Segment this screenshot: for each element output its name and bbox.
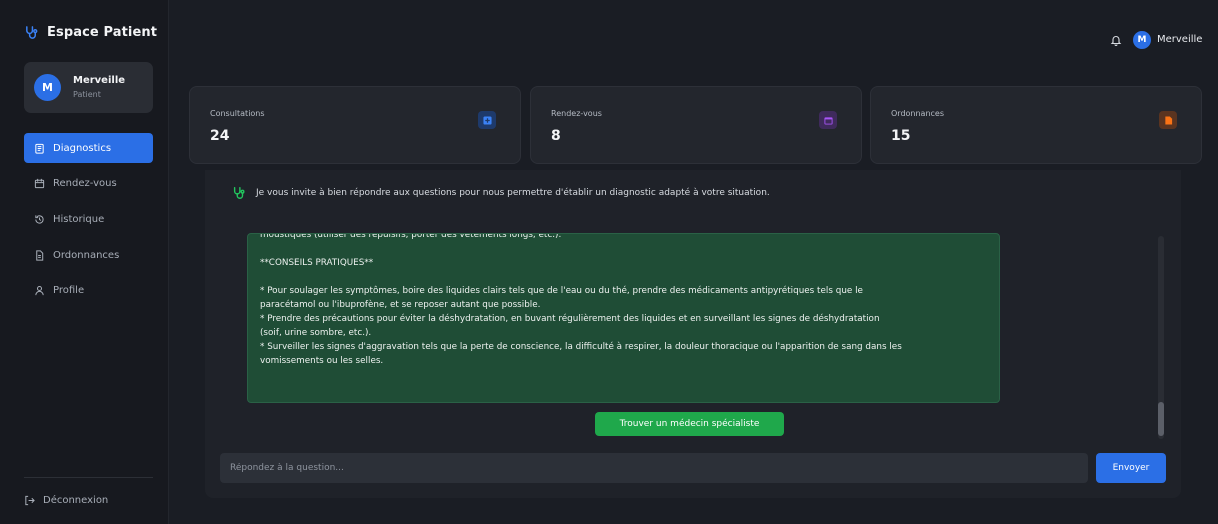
logout-button[interactable]: Déconnexion — [24, 495, 108, 506]
message-line: vomissements ou les selles. — [260, 356, 384, 366]
stat-icon-badge — [1159, 111, 1177, 129]
answer-input[interactable] — [220, 453, 1088, 483]
stat-icon-badge — [478, 111, 496, 129]
user-icon — [35, 286, 44, 296]
stat-card-rendez-vous: Rendez-vous 8 — [530, 86, 862, 164]
sidebar-item-diagnostics[interactable]: Diagnostics — [24, 133, 153, 163]
history-icon — [35, 215, 44, 224]
sidebar-item-profile[interactable]: Profile — [24, 276, 153, 306]
message-line: * Surveiller les signes d'aggravation te… — [260, 342, 902, 352]
intro-text: Je vous invite à bien répondre aux quest… — [256, 188, 770, 198]
clipboard-icon — [35, 143, 44, 154]
message-line: * Pour soulager les symptômes, boire des… — [260, 286, 863, 296]
stethoscope-icon — [233, 187, 245, 199]
stat-label: Consultations — [210, 109, 265, 118]
intro-message: Je vous invite à bien répondre aux quest… — [232, 186, 770, 200]
message-line: (soif, urine sombre, etc.). — [260, 328, 372, 338]
sidebar-item-label: Profile — [53, 285, 85, 297]
avatar[interactable]: M — [1133, 31, 1151, 49]
sidebar-item-rendez-vous[interactable]: Rendez-vous — [24, 169, 153, 199]
message-line: * Prendre des précautions pour éviter la… — [260, 314, 880, 324]
user-card: M Merveille Patient — [24, 62, 153, 113]
scrollbar[interactable] — [1158, 236, 1164, 439]
sidebar-nav: Diagnostics Rendez-vous Historique Ordon… — [24, 133, 153, 311]
stat-icon-badge — [819, 111, 837, 129]
user-name[interactable]: Merveille — [1157, 34, 1202, 45]
stat-label: Rendez-vous — [551, 109, 602, 118]
stat-value: 8 — [551, 128, 561, 144]
message-line: paracétamol ou l'ibuprofène, et se repos… — [260, 300, 541, 310]
brand-title: Espace Patient — [47, 25, 158, 40]
plus-square-icon — [482, 115, 492, 125]
scrollbar-thumb[interactable] — [1158, 402, 1164, 436]
brand[interactable]: Espace Patient — [24, 25, 157, 40]
diagnostic-chat-panel: Je vous invite à bien répondre aux quest… — [205, 170, 1181, 498]
document-icon — [36, 249, 44, 261]
sidebar-item-label: Rendez-vous — [53, 178, 117, 190]
send-button[interactable]: Envoyer — [1096, 453, 1166, 483]
avatar: M — [34, 74, 61, 101]
stat-label: Ordonnances — [891, 109, 945, 118]
user-name: Merveille — [73, 75, 126, 86]
sidebar-item-label: Historique — [53, 213, 105, 225]
app-root: Espace Patient M Merveille Patient Diagn… — [0, 0, 1218, 524]
bell-icon[interactable] — [1110, 34, 1122, 46]
message-line: **CONSEILS PRATIQUES** — [260, 258, 374, 268]
sidebar-item-label: Ordonnances — [53, 249, 120, 261]
sidebar-item-ordonnances[interactable]: Ordonnances — [24, 240, 153, 270]
logout-icon — [25, 495, 35, 506]
stat-value: 15 — [891, 128, 911, 144]
sidebar-divider — [24, 477, 153, 478]
sidebar-item-label: Diagnostics — [53, 142, 112, 154]
stat-value: 24 — [210, 128, 230, 144]
calendar-icon — [34, 179, 45, 189]
message-line: moustiques (utiliser des répulsifs, port… — [260, 233, 562, 240]
sidebar-item-historique[interactable]: Historique — [24, 204, 153, 234]
file-icon — [1164, 115, 1172, 125]
stat-card-ordonnances: Ordonnances 15 — [870, 86, 1202, 164]
sidebar: Espace Patient M Merveille Patient Diagn… — [0, 0, 169, 524]
find-specialist-button[interactable]: Trouver un médecin spécialiste — [595, 412, 784, 436]
user-role: Patient — [73, 90, 101, 99]
topbar: M Merveille — [169, 0, 1218, 82]
stethoscope-icon — [26, 26, 38, 39]
calendar-icon — [823, 116, 833, 125]
logout-label: Déconnexion — [43, 495, 109, 506]
assistant-message: moustiques (utiliser des répulsifs, port… — [247, 233, 1000, 403]
message-body: moustiques (utiliser des répulsifs, port… — [260, 233, 990, 368]
stat-card-consultations: Consultations 24 — [189, 86, 521, 164]
